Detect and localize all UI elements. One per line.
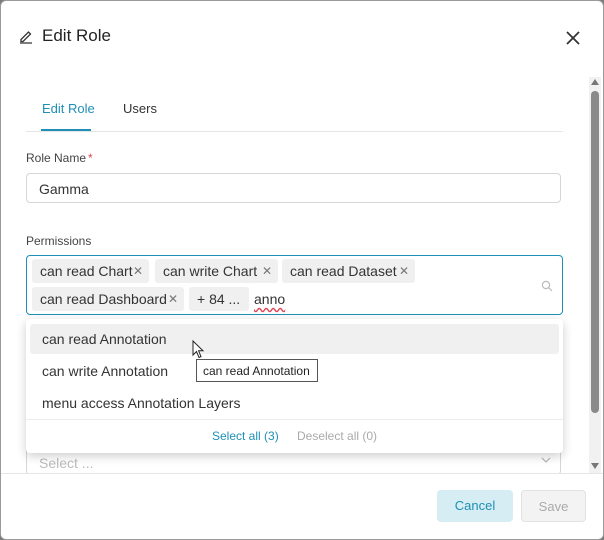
- modal-title: Edit Role: [42, 26, 111, 45]
- next-select-placeholder: Select ...: [39, 455, 94, 471]
- permission-tag-label: can read Dashboard: [40, 291, 167, 307]
- mouse-cursor-icon: [192, 340, 205, 359]
- scrollbar-thumb[interactable]: [591, 91, 599, 413]
- permission-tag: can read Chart ✕: [32, 259, 149, 283]
- modal-footer: Cancel Save: [1, 473, 603, 539]
- role-name-label-text: Role Name: [26, 151, 87, 165]
- tab-users[interactable]: Users: [123, 101, 157, 116]
- scroll-up-arrow-icon[interactable]: [591, 79, 599, 85]
- active-tab-indicator: [41, 129, 91, 131]
- permission-tag: can read Dashboard ✕: [32, 287, 184, 311]
- option-tooltip: can read Annotation: [196, 359, 318, 382]
- permission-tag: can write Chart ✕: [155, 259, 278, 283]
- dropdown-footer: Select all (3) Deselect all (0): [26, 419, 563, 454]
- more-tags-badge[interactable]: + 84 ...: [189, 287, 249, 311]
- remove-tag-icon[interactable]: ✕: [399, 259, 409, 283]
- dropdown-option[interactable]: menu access Annotation Layers: [30, 388, 559, 418]
- close-icon[interactable]: [564, 29, 582, 47]
- permissions-search-text[interactable]: anno: [254, 291, 285, 307]
- cancel-button[interactable]: Cancel: [437, 490, 513, 522]
- chevron-down-icon: [541, 457, 551, 463]
- scroll-down-arrow-icon[interactable]: [591, 463, 599, 469]
- permission-tag-label: can write Chart: [163, 263, 258, 279]
- permission-tag-label: can read Dataset: [290, 263, 397, 279]
- select-all-button[interactable]: Select all (3): [212, 429, 279, 443]
- modal-header: Edit Role: [1, 1, 603, 73]
- remove-tag-icon[interactable]: ✕: [262, 259, 272, 283]
- permission-tag: can read Dataset ✕: [282, 259, 415, 283]
- edit-role-modal: Edit Role Edit Role Users Role Name * Gam…: [0, 0, 604, 540]
- save-button[interactable]: Save: [521, 490, 586, 522]
- remove-tag-icon[interactable]: ✕: [133, 259, 143, 283]
- search-icon: [541, 280, 553, 292]
- permissions-select[interactable]: can read Chart ✕ can write Chart ✕ can r…: [26, 255, 563, 315]
- permission-tag-label: can read Chart: [40, 263, 133, 279]
- permissions-dropdown: can read Annotation can write Annotation…: [26, 319, 563, 453]
- role-name-label: Role Name *: [26, 151, 93, 165]
- tab-edit-role[interactable]: Edit Role: [42, 101, 95, 116]
- remove-tag-icon[interactable]: ✕: [168, 287, 178, 311]
- deselect-all-button[interactable]: Deselect all (0): [297, 429, 377, 443]
- modal-scrollbar[interactable]: [589, 77, 601, 473]
- edit-pencil-icon: [20, 31, 32, 44]
- tab-bar: Edit Role Users: [26, 97, 563, 132]
- dropdown-option[interactable]: can read Annotation: [30, 324, 559, 354]
- permissions-label: Permissions: [26, 234, 92, 248]
- role-name-input[interactable]: Gamma: [26, 173, 561, 203]
- required-mark: *: [88, 151, 93, 165]
